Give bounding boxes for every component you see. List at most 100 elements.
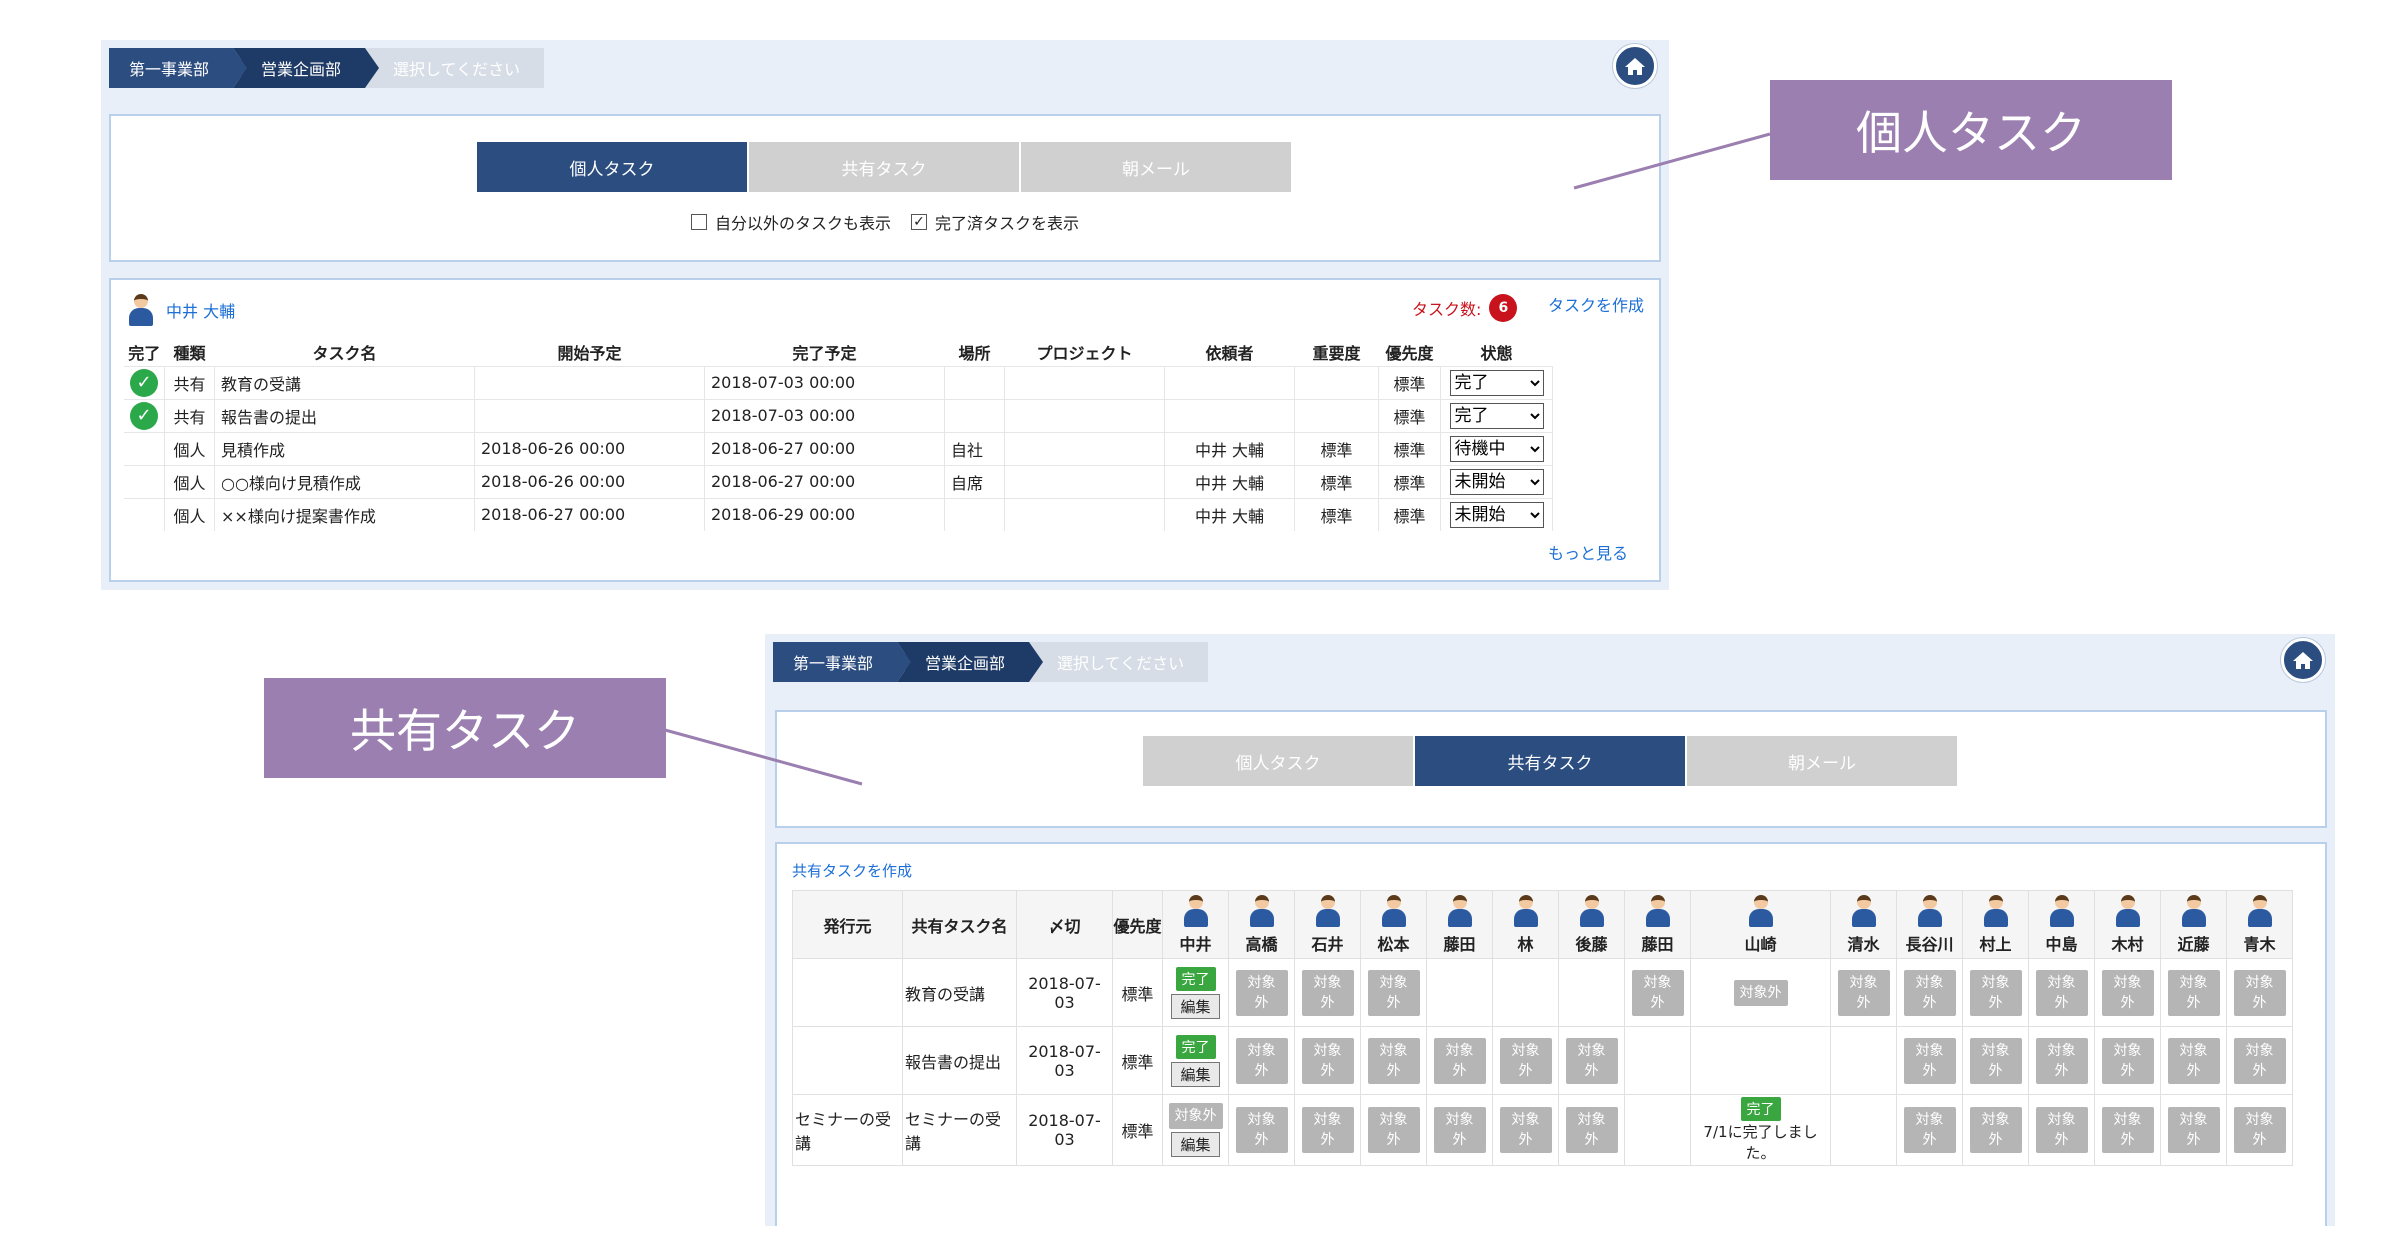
- out-of-scope-badge: 対象外: [1969, 1037, 2022, 1084]
- out-of-scope-badge: 対象外: [1565, 1107, 1618, 1153]
- member-cell: 対象外: [2094, 1026, 2161, 1095]
- checkbox-box[interactable]: [691, 214, 707, 230]
- done-cell: [124, 431, 165, 465]
- priority-cell: 標準: [1378, 497, 1441, 531]
- importance-cell: 標準: [1294, 497, 1379, 531]
- avatar: [2115, 894, 2141, 927]
- done-note: 7/1に完了しました。: [1703, 1123, 1818, 1162]
- start-cell: 2018-06-26 00:00: [474, 431, 705, 465]
- home-icon: [1625, 58, 1645, 75]
- member-cell: 対象外: [1962, 958, 2029, 1027]
- member-name: 高橋: [1245, 934, 1278, 954]
- out-of-scope-badge: 対象外: [1631, 969, 1684, 1016]
- done-badge: 完了: [1175, 966, 1216, 991]
- edit-button[interactable]: 編集: [1171, 993, 1220, 1019]
- out-of-scope-badge: 対象外: [1367, 969, 1420, 1016]
- out-of-scope-badge: 対象外: [1168, 1103, 1223, 1129]
- checkbox-box[interactable]: ✓: [911, 214, 927, 230]
- out-of-scope-badge: 対象外: [1301, 969, 1354, 1016]
- user-name-link[interactable]: 中井 大輔: [166, 298, 235, 322]
- end-cell: 2018-07-03 00:00: [704, 365, 945, 399]
- member-cell: 対象外: [2226, 1026, 2293, 1095]
- member-header: 清水: [1830, 890, 1897, 959]
- requester-cell: [1164, 398, 1295, 432]
- out-of-scope-badge: 対象外: [1903, 1037, 1956, 1084]
- out-of-scope-badge: 対象外: [1565, 1037, 1618, 1084]
- member-name: 中島: [2045, 934, 2078, 954]
- type-cell: 個人: [164, 431, 215, 465]
- member-header: 中島: [2028, 890, 2095, 959]
- edit-button[interactable]: 編集: [1171, 1061, 1220, 1087]
- status-select[interactable]: 完了待機中未開始: [1449, 402, 1544, 429]
- breadcrumb-item[interactable]: 営業企画部: [233, 48, 380, 88]
- member-header: 山崎: [1690, 890, 1831, 959]
- type-cell: 共有: [164, 365, 215, 399]
- breadcrumb-item[interactable]: 第一事業部: [109, 48, 248, 88]
- member-cell: [1830, 1026, 1897, 1095]
- issuer-cell: [792, 1026, 903, 1095]
- home-button[interactable]: [1613, 44, 1657, 88]
- priority-cell: 標準: [1112, 1094, 1163, 1166]
- out-of-scope-badge: 対象外: [1733, 979, 1788, 1006]
- project-cell: [1004, 398, 1165, 432]
- out-of-scope-badge: 対象外: [1433, 1107, 1486, 1153]
- edit-button[interactable]: 編集: [1171, 1132, 1220, 1157]
- member-cell: 完了 編集: [1162, 958, 1229, 1027]
- member-cell: 対象外: [1228, 1094, 1295, 1166]
- user-header: 中井 大輔: [128, 294, 235, 326]
- column-header: 重要度: [1312, 343, 1361, 363]
- member-header: 石井: [1294, 890, 1361, 959]
- status-select[interactable]: 完了待機中未開始: [1449, 501, 1544, 528]
- member-cell: 対象外: [1228, 1026, 1295, 1095]
- deadline-cell: 2018-07-03: [1016, 958, 1113, 1027]
- create-shared-task-link[interactable]: 共有タスクを作成: [792, 860, 912, 881]
- out-of-scope-badge: 対象外: [1235, 969, 1288, 1016]
- table-row: ✓共有報告書の提出 2018-07-03 00:00 標準完了待機中未開始: [124, 398, 1553, 432]
- tab-morning-mail[interactable]: 朝メール: [1021, 142, 1291, 192]
- avatar: [1513, 894, 1539, 927]
- tab-shared[interactable]: 共有タスク: [1415, 736, 1685, 786]
- member-header: 林: [1492, 890, 1559, 959]
- tab-personal[interactable]: 個人タスク: [1143, 736, 1413, 786]
- create-task-link[interactable]: タスクを作成: [1548, 292, 1644, 316]
- table-row: 個人 見積作成 2018-06-26 00:00 2018-06-27 00:00 自社…: [124, 431, 1553, 465]
- status-select[interactable]: 完了待機中未開始: [1449, 468, 1544, 495]
- member-name: 清水: [1847, 934, 1880, 954]
- home-button[interactable]: [2281, 638, 2325, 682]
- member-header: 松本: [1360, 890, 1427, 959]
- show-others-checkbox[interactable]: 自分以外のタスクも表示: [691, 210, 891, 234]
- member-cell: 対象外: [1962, 1026, 2029, 1095]
- breadcrumb-item[interactable]: 第一事業部: [773, 642, 912, 682]
- member-cell: 対象外: [1690, 958, 1831, 1027]
- out-of-scope-badge: 対象外: [1367, 1107, 1420, 1153]
- member-cell: 対象外: [1896, 1026, 1963, 1095]
- member-header: 村上: [1962, 890, 2029, 959]
- member-cell: 対象外: [2226, 1094, 2293, 1166]
- status-select[interactable]: 完了待機中未開始: [1449, 369, 1544, 396]
- priority-cell: 標準: [1378, 431, 1441, 465]
- out-of-scope-badge: 対象外: [2035, 1107, 2088, 1153]
- breadcrumb-item[interactable]: 選択してください: [1029, 642, 1209, 682]
- column-header: プロジェクト: [1036, 343, 1133, 363]
- more-link[interactable]: もっと見る: [1548, 540, 1628, 564]
- importance-cell: [1294, 365, 1379, 399]
- member-header: 中井: [1162, 890, 1229, 959]
- avatar: [2049, 894, 2075, 927]
- avatar: [1447, 894, 1473, 927]
- priority-cell: 標準: [1378, 464, 1441, 498]
- breadcrumb-item[interactable]: 営業企画部: [897, 642, 1044, 682]
- member-cell: 対象外: [1896, 958, 1963, 1027]
- member-cell: 対象外: [1492, 1094, 1559, 1166]
- tab-shared[interactable]: 共有タスク: [749, 142, 1019, 192]
- issuer-cell: [792, 958, 903, 1027]
- type-cell: 個人: [164, 464, 215, 498]
- show-completed-checkbox[interactable]: ✓ 完了済タスクを表示: [911, 210, 1079, 234]
- member-cell: 対象外: [2226, 958, 2293, 1027]
- breadcrumb-item[interactable]: 選択してください: [365, 48, 545, 88]
- importance-cell: [1294, 398, 1379, 432]
- tab-morning-mail[interactable]: 朝メール: [1687, 736, 1957, 786]
- tab-personal[interactable]: 個人タスク: [477, 142, 747, 192]
- tab-box: 個人タスク 共有タスク 朝メール 自分以外のタスクも表示 ✓ 完了済タスクを表示: [109, 114, 1661, 262]
- status-select[interactable]: 完了待機中未開始: [1449, 435, 1544, 462]
- end-cell: 2018-06-27 00:00: [704, 431, 945, 465]
